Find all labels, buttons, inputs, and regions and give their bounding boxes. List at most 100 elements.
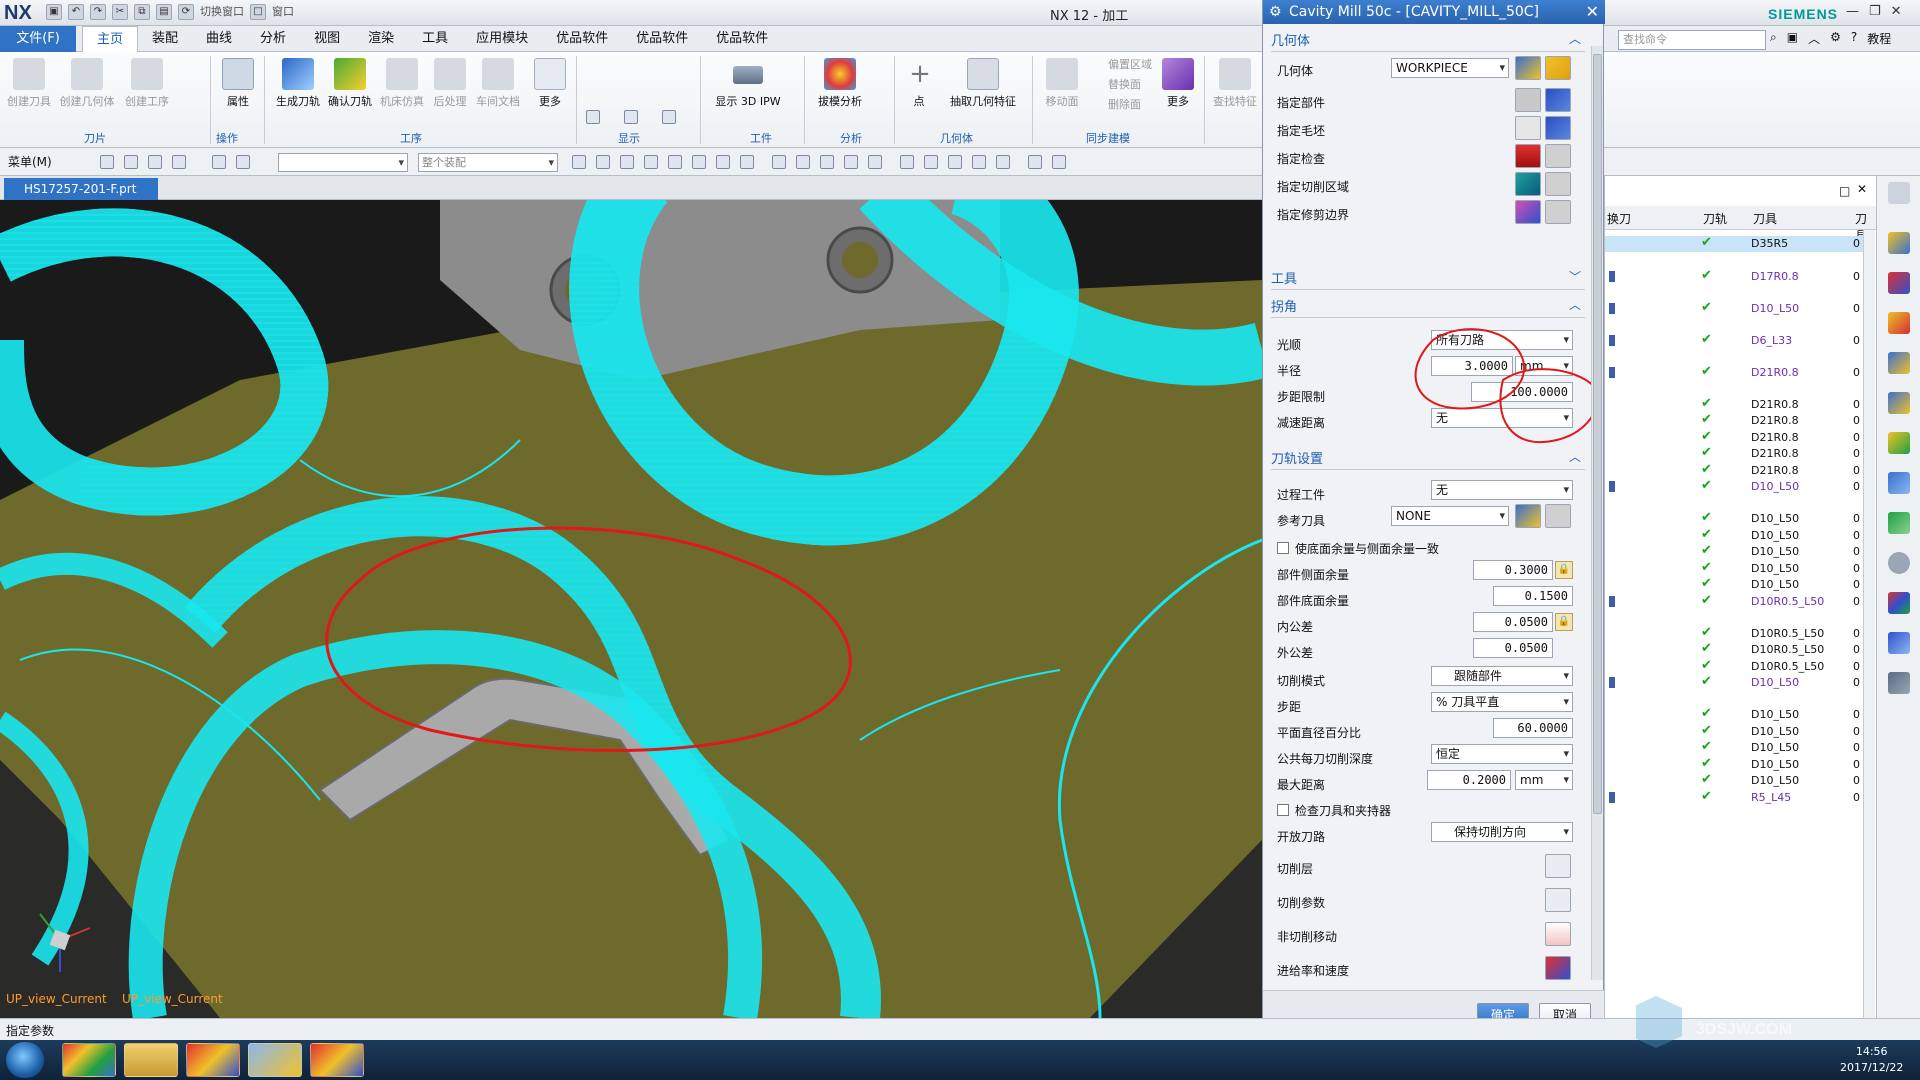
navigator-row[interactable]: ✔ R5_L45 0 bbox=[1605, 789, 1863, 806]
navigator-row[interactable]: ✔ D6_L33 0 bbox=[1605, 332, 1863, 349]
display-check-icon[interactable] bbox=[1545, 144, 1571, 168]
part-select-icon[interactable] bbox=[1515, 88, 1541, 112]
navigator-row[interactable]: ✔ D10_L50 0 bbox=[1605, 674, 1863, 691]
display-blank-icon[interactable] bbox=[1545, 116, 1571, 140]
ribbon-collapse-icon[interactable]: ︿ bbox=[1808, 30, 1820, 47]
navigator-row[interactable]: ✔ D10_L50 0 bbox=[1605, 706, 1863, 723]
navigator-row[interactable]: ✔ D10_L50 0 bbox=[1605, 478, 1863, 495]
window-menu-label[interactable]: 窗口 bbox=[272, 4, 294, 20]
display-part-icon[interactable] bbox=[1545, 88, 1571, 112]
file-explorer-icon[interactable] bbox=[124, 1043, 178, 1077]
restore-icon[interactable]: ❐ bbox=[1869, 4, 1881, 19]
navigator-row[interactable]: ✔ D10_L50 0 bbox=[1605, 756, 1863, 773]
deselect-icon[interactable] bbox=[236, 155, 250, 169]
repeat-command-icon[interactable]: ⟳ bbox=[178, 4, 194, 20]
display-path-icon[interactable] bbox=[624, 110, 638, 124]
tab-render[interactable]: 渲染 bbox=[354, 26, 408, 52]
snap-center-icon[interactable] bbox=[644, 155, 658, 169]
snap-end-icon[interactable] bbox=[596, 155, 610, 169]
edit-tool-icon[interactable] bbox=[1545, 504, 1571, 528]
create-geometry-button[interactable]: 创建几何体 bbox=[58, 58, 116, 109]
view-rotate-icon[interactable] bbox=[844, 155, 858, 169]
cut-icon[interactable]: ✂ bbox=[112, 4, 128, 20]
shop-doc-button[interactable]: 车间文档 bbox=[474, 58, 522, 109]
save-icon[interactable]: ▣ bbox=[46, 4, 62, 20]
background-icon[interactable] bbox=[996, 155, 1010, 169]
document-tab[interactable]: HS17257-201-F.prt bbox=[4, 178, 159, 200]
roles-icon[interactable] bbox=[1888, 672, 1910, 694]
navigator-row[interactable]: ✔ D10R0.5_L50 0 bbox=[1605, 658, 1863, 675]
flat-pct-input[interactable]: 60.0000 bbox=[1493, 718, 1573, 738]
system-materials-icon[interactable] bbox=[1888, 592, 1910, 614]
select-icon[interactable] bbox=[100, 155, 114, 169]
display-trim-icon[interactable] bbox=[1545, 200, 1571, 224]
navigator-row[interactable]: ✔ D21R0.8 0 bbox=[1605, 429, 1863, 446]
window-icon[interactable]: □ bbox=[250, 4, 266, 20]
tab-home[interactable]: 主页 bbox=[82, 26, 139, 52]
copy-icon[interactable]: ⧉ bbox=[134, 4, 150, 20]
start-button[interactable] bbox=[6, 1042, 44, 1078]
navigator-row[interactable]: ✔ D21R0.8 0 bbox=[1605, 412, 1863, 429]
tab-plugin-2[interactable]: 优品软件 bbox=[622, 26, 702, 52]
new-geometry-icon[interactable] bbox=[1515, 56, 1541, 80]
depth-select[interactable]: 恒定 bbox=[1431, 744, 1573, 764]
help-icon[interactable]: ? bbox=[1851, 30, 1857, 47]
snap-control-icon[interactable] bbox=[668, 155, 682, 169]
navigator-row[interactable]: ✔ D10R0.5_L50 0 bbox=[1605, 641, 1863, 658]
cut-levels-icon[interactable] bbox=[1545, 854, 1571, 878]
tab-assembly[interactable]: 装配 bbox=[138, 26, 192, 52]
web-browser-icon[interactable] bbox=[1888, 472, 1910, 494]
lock-icon[interactable]: 🔒 bbox=[1555, 613, 1573, 631]
clock-icon[interactable] bbox=[1888, 552, 1910, 574]
snap-icon[interactable] bbox=[124, 155, 138, 169]
close-icon[interactable]: ✕ bbox=[1857, 182, 1867, 196]
dialog-scrollbar[interactable] bbox=[1591, 46, 1603, 980]
constraint-navigator-icon[interactable] bbox=[1888, 272, 1910, 294]
filter-icon[interactable] bbox=[148, 155, 162, 169]
tutorial-link[interactable]: 教程 bbox=[1867, 30, 1891, 47]
navigator-scrollbar[interactable] bbox=[1863, 230, 1875, 1018]
lock-icon[interactable]: 🔒 bbox=[1555, 561, 1573, 579]
generate-toolpath-button[interactable]: 生成刀轨 bbox=[274, 58, 322, 109]
machine-simulation-button[interactable]: 机床仿真 bbox=[378, 58, 426, 109]
delete-face-button[interactable]: 删除面 bbox=[1090, 96, 1154, 112]
navigator-row[interactable]: ✔ D10_L50 0 bbox=[1605, 576, 1863, 593]
close-icon[interactable]: ✕ bbox=[1586, 0, 1599, 24]
navigator-row[interactable]: ✔ D10_L50 0 bbox=[1605, 510, 1863, 527]
undo-icon[interactable]: ↶ bbox=[68, 4, 84, 20]
col-tool-change[interactable]: 换刀 bbox=[1607, 210, 1631, 227]
tab-curve[interactable]: 曲线 bbox=[192, 26, 246, 52]
scope-select[interactable]: 整个装配 bbox=[418, 153, 558, 172]
attributes-button[interactable]: 属性 bbox=[220, 58, 256, 109]
chat-app-icon[interactable] bbox=[248, 1043, 302, 1077]
switch-window-label[interactable]: 切换窗口 bbox=[200, 4, 244, 20]
check-holder-checkbox[interactable] bbox=[1277, 804, 1289, 816]
cut-area-select-icon[interactable] bbox=[1515, 172, 1541, 196]
cut-params-icon[interactable] bbox=[1545, 888, 1571, 912]
display-toolpath-icon[interactable] bbox=[586, 110, 600, 124]
point-button[interactable]: + 点 bbox=[904, 58, 934, 109]
col-tool[interactable]: 刀具 bbox=[1753, 210, 1777, 227]
navigator-row[interactable]: ✔ D10_L50 0 bbox=[1605, 772, 1863, 789]
assembly-navigator-icon[interactable] bbox=[1888, 232, 1910, 254]
find-feature-button[interactable]: 查找特征 bbox=[1212, 58, 1258, 109]
navigator-row[interactable]: ✔ D21R0.8 0 bbox=[1605, 445, 1863, 462]
chrome-app-icon[interactable] bbox=[62, 1043, 116, 1077]
window-layout-icon[interactable]: ▣ bbox=[1787, 30, 1798, 47]
history-icon[interactable] bbox=[1888, 512, 1910, 534]
render-icon[interactable] bbox=[716, 155, 730, 169]
extract-geometry-button[interactable]: 抽取几何特征 bbox=[948, 58, 1018, 109]
close-icon[interactable]: ✕ bbox=[1891, 4, 1902, 19]
floor-stock-input[interactable]: 0.1500 bbox=[1493, 586, 1573, 606]
section-geometry[interactable]: 几何体 ︿ bbox=[1271, 30, 1585, 52]
navigator-row[interactable]: ✔ D10_L50 0 bbox=[1605, 300, 1863, 317]
gear-icon[interactable]: ⚙ bbox=[1269, 0, 1282, 24]
navigator-row[interactable]: ✔ D21R0.8 0 bbox=[1605, 396, 1863, 413]
side-stock-input[interactable]: 0.3000 bbox=[1473, 560, 1553, 580]
section-corner[interactable]: 拐角 ︿ bbox=[1271, 296, 1585, 318]
reuse-library-icon[interactable] bbox=[1888, 352, 1910, 374]
postprocess-button[interactable]: 后处理 bbox=[430, 58, 470, 109]
snap-mid-icon[interactable] bbox=[620, 155, 634, 169]
ref-tool-select[interactable]: NONE bbox=[1391, 506, 1509, 526]
view-fit-icon[interactable] bbox=[772, 155, 786, 169]
